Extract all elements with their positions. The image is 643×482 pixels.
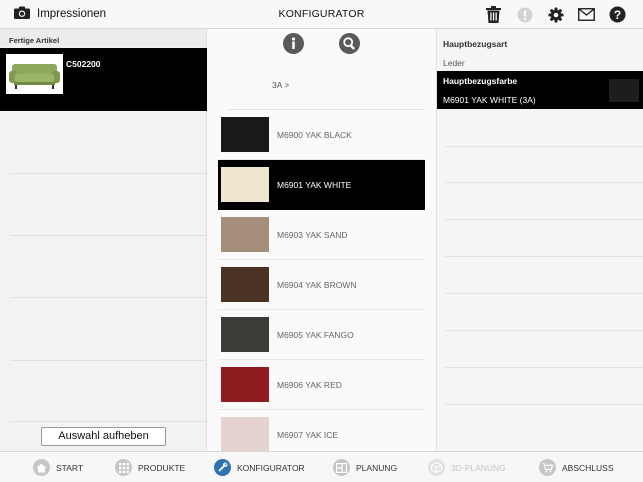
tab-products[interactable]: PRODUKTE (115, 459, 185, 476)
cart-icon (539, 459, 556, 476)
main-cover-type-label: Hauptbezugsart (443, 39, 508, 49)
color-option[interactable]: M6900 YAK BLACK (218, 110, 425, 160)
svg-text:?: ? (614, 8, 621, 22)
divider (10, 235, 207, 236)
color-option[interactable]: M6901 YAK WHITE (218, 160, 425, 210)
divider (445, 330, 643, 331)
top-bar: Impressionen KONFIGURATOR ? (0, 0, 643, 29)
article-item[interactable]: C502200 (0, 48, 207, 111)
main-cover-color-label: Hauptbezugsfarbe (443, 76, 518, 86)
tab-3d-planning[interactable]: 3D-PLANUNG (428, 459, 506, 476)
tab-start[interactable]: START (33, 459, 83, 476)
impressions-button[interactable]: Impressionen (14, 6, 106, 22)
finished-articles-panel: Fertige Artikel C502200 Auswahl aufheben (0, 29, 207, 451)
divider (445, 146, 643, 147)
gear-icon[interactable] (546, 5, 565, 24)
tab-label: START (56, 462, 84, 473)
color-swatch (609, 79, 639, 102)
divider (445, 367, 643, 368)
bottom-tab-bar: START PRODUKTE KONFIGURATOR PLANUNG 3D-P… (0, 451, 643, 482)
color-label: M6907 YAK ICE (277, 430, 339, 440)
home-icon (33, 459, 50, 476)
clear-selection-button[interactable]: Auswahl aufheben (41, 427, 166, 446)
main-cover-color-row[interactable]: Hauptbezugsfarbe M6901 YAK WHITE (3A) (437, 71, 643, 109)
impressions-label: Impressionen (37, 8, 107, 20)
divider (10, 360, 207, 361)
color-label: M6900 YAK BLACK (277, 130, 352, 140)
color-list: M6900 YAK BLACK M6901 YAK WHITE M6903 YAK … (218, 110, 425, 451)
tab-label: PLANUNG (356, 462, 398, 473)
divider (10, 421, 207, 422)
tab-label: KONFIGURATOR (237, 462, 305, 473)
main-cover-color-value: M6901 YAK WHITE (3A) (443, 95, 536, 105)
divider (10, 297, 207, 298)
main-cover-type-value: Leder (443, 58, 465, 68)
grid-icon (115, 459, 132, 476)
sofa-thumbnail (6, 54, 63, 94)
color-selection-panel: 3A > M6900 YAK BLACK M6901 YAK WHITE M6903… (208, 29, 435, 451)
finished-articles-header: Fertige Artikel (0, 29, 206, 47)
color-option[interactable]: M6907 YAK ICE (218, 410, 425, 451)
color-option[interactable]: M6904 YAK BROWN (218, 260, 425, 310)
tab-label: ABSCHLUSS (562, 462, 614, 473)
info-icon[interactable] (283, 33, 304, 54)
alert-icon[interactable] (515, 5, 534, 24)
breadcrumb[interactable]: 3A > (272, 80, 289, 90)
color-label: M6906 YAK RED (277, 380, 342, 390)
help-icon[interactable]: ? (608, 5, 627, 24)
color-label: M6901 YAK WHITE (277, 180, 352, 190)
tab-configurator[interactable]: KONFIGURATOR (214, 459, 305, 476)
divider (445, 256, 643, 257)
divider (10, 173, 207, 174)
color-label: M6903 YAK SAND (277, 230, 348, 240)
color-label: M6904 YAK BROWN (277, 280, 357, 290)
tab-label: PRODUKTE (138, 462, 186, 473)
divider (445, 182, 643, 183)
divider (445, 293, 643, 294)
color-swatch (221, 217, 269, 252)
color-swatch (221, 267, 269, 302)
tab-planning[interactable]: PLANUNG (333, 459, 397, 476)
article-code: C502200 (66, 59, 101, 69)
plan-icon (333, 459, 350, 476)
color-option[interactable]: M6905 YAK FANGO (218, 310, 425, 360)
configuration-summary-panel: Hauptbezugsart Leder Hauptbezugsfarbe M6… (436, 29, 643, 451)
tab-checkout[interactable]: ABSCHLUSS (539, 459, 614, 476)
camera-icon (14, 6, 30, 22)
wrench-icon (214, 459, 231, 476)
cube-icon (428, 459, 445, 476)
color-option[interactable]: M6903 YAK SAND (218, 210, 425, 260)
trash-icon[interactable] (484, 5, 503, 24)
color-option[interactable]: M6906 YAK RED (218, 360, 425, 410)
divider (445, 404, 643, 405)
color-swatch (221, 317, 269, 352)
search-icon[interactable] (339, 33, 360, 54)
color-label: M6905 YAK FANGO (277, 330, 354, 340)
mail-icon[interactable] (577, 5, 596, 24)
color-swatch (221, 367, 269, 402)
color-swatch (221, 167, 269, 202)
color-swatch (221, 117, 269, 152)
color-swatch (221, 417, 269, 451)
divider (445, 219, 643, 220)
tab-label: 3D-PLANUNG (451, 462, 506, 473)
